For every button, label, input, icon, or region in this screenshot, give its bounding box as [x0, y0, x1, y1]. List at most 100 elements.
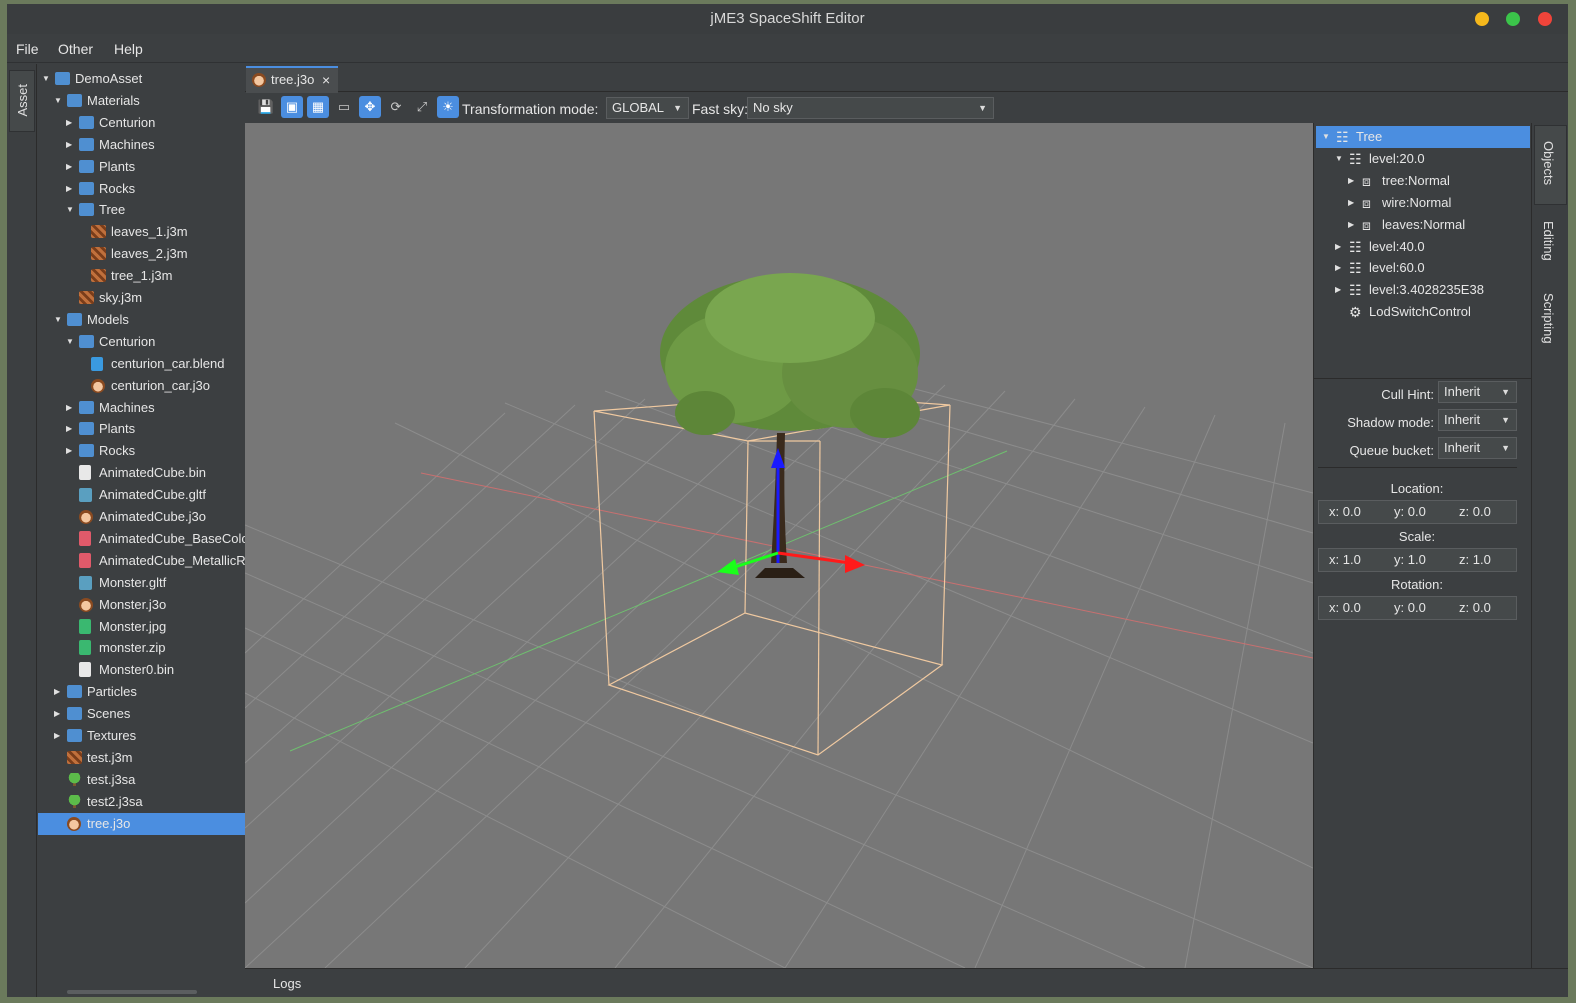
move-icon[interactable]: ✥ [359, 96, 381, 118]
rotation-z[interactable]: z: 0.0 [1459, 600, 1491, 615]
asset-tree-item[interactable]: ▶ Particles [38, 681, 245, 703]
chevron-down-icon[interactable]: ▼ [42, 68, 50, 90]
cull-hint-select[interactable]: Inherit ▼ [1438, 381, 1517, 403]
asset-tree-item[interactable]: Monster.gltf [38, 572, 245, 594]
asset-tree-item[interactable]: ▼ Materials [38, 90, 245, 112]
chevron-right-icon[interactable]: ▶ [66, 134, 72, 156]
asset-tree-item[interactable]: tree_1.j3m [38, 265, 245, 287]
objects-tree-item[interactable]: ▶ ⧈ wire:Normal [1316, 192, 1530, 214]
tab-objects[interactable]: Objects [1541, 141, 1556, 185]
asset-tree-item[interactable]: AnimatedCube.j3o [38, 506, 245, 528]
location-z[interactable]: z: 0.0 [1459, 504, 1491, 519]
asset-tree-item[interactable]: ▶ Textures [38, 725, 245, 747]
asset-tree-item[interactable]: leaves_2.j3m [38, 243, 245, 265]
close-tab-icon[interactable]: × [322, 68, 330, 92]
chevron-down-icon[interactable]: ▼ [66, 199, 74, 221]
asset-tree-item[interactable]: test.j3sa [38, 769, 245, 791]
asset-tree-item[interactable]: ▶ Machines [38, 397, 245, 419]
chevron-right-icon[interactable]: ▶ [1335, 257, 1341, 279]
chevron-down-icon[interactable]: ▼ [54, 309, 62, 331]
chevron-right-icon[interactable]: ▶ [1348, 170, 1354, 192]
scale-icon[interactable]: ⤢ [411, 96, 433, 118]
editor-tab[interactable]: tree.j3o × [246, 66, 338, 93]
asset-tree-item[interactable]: leaves_1.j3m [38, 221, 245, 243]
rotation-y[interactable]: y: 0.0 [1394, 600, 1426, 615]
chevron-right-icon[interactable]: ▶ [54, 681, 60, 703]
objects-tree-item[interactable]: ▶ ⧈ leaves:Normal [1316, 214, 1530, 236]
menu-file[interactable]: File [16, 41, 39, 57]
objects-tree-item[interactable]: ▼ ☷ Tree [1316, 126, 1530, 148]
asset-tree-item[interactable]: ▼ Models [38, 309, 245, 331]
asset-tree-item[interactable]: monster.zip [38, 637, 245, 659]
objects-tree-item[interactable]: ▶ ☷ level:3.4028235E38 [1316, 279, 1530, 301]
logs-tab[interactable]: Logs [273, 976, 301, 991]
chevron-down-icon[interactable]: ▼ [66, 331, 74, 353]
asset-tree-item[interactable]: ▼ DemoAsset [38, 68, 245, 90]
chevron-right-icon[interactable]: ▶ [66, 397, 72, 419]
asset-tree-item[interactable]: test2.j3sa [38, 791, 245, 813]
asset-tree-item[interactable]: ▶ Machines [38, 134, 245, 156]
rotation-x[interactable]: x: 0.0 [1329, 600, 1361, 615]
asset-tree-item[interactable]: AnimatedCube_BaseColor [38, 528, 245, 550]
close-button[interactable] [1538, 12, 1552, 26]
chevron-down-icon[interactable]: ▼ [54, 90, 62, 112]
objects-tree-item[interactable]: ⚙ LodSwitchControl [1316, 301, 1530, 323]
chevron-right-icon[interactable]: ▶ [54, 703, 60, 725]
save-icon[interactable]: 💾 [255, 96, 277, 118]
3d-viewport[interactable] [245, 123, 1313, 968]
asset-tree-item[interactable]: ▶ Centurion [38, 112, 245, 134]
chevron-right-icon[interactable]: ▶ [66, 112, 72, 134]
location-field[interactable]: x: 0.0 y: 0.0 z: 0.0 [1318, 500, 1517, 524]
menu-help[interactable]: Help [114, 41, 143, 57]
asset-tree-item[interactable]: tree.j3o [38, 812, 245, 835]
light-icon[interactable]: ☀ [437, 96, 459, 118]
objects-tree-item[interactable]: ▼ ☷ level:20.0 [1316, 148, 1530, 170]
tab-asset[interactable]: Asset [15, 84, 30, 117]
queue-bucket-select[interactable]: Inherit ▼ [1438, 437, 1517, 459]
asset-tree-item[interactable]: ▶ Rocks [38, 178, 245, 200]
asset-tree-item[interactable]: sky.j3m [38, 287, 245, 309]
chevron-right-icon[interactable]: ▶ [1335, 236, 1341, 258]
scale-x[interactable]: x: 1.0 [1329, 552, 1361, 567]
objects-tree-item[interactable]: ▶ ☷ level:40.0 [1316, 236, 1530, 258]
scale-field[interactable]: x: 1.0 y: 1.0 z: 1.0 [1318, 548, 1517, 572]
menu-other[interactable]: Other [58, 41, 93, 57]
chevron-right-icon[interactable]: ▶ [1348, 214, 1354, 236]
maximize-button[interactable] [1506, 12, 1520, 26]
chevron-down-icon[interactable]: ▼ [1335, 148, 1343, 170]
asset-tree-hscroll-thumb[interactable] [67, 990, 197, 994]
location-x[interactable]: x: 0.0 [1329, 504, 1361, 519]
asset-tree-item[interactable]: AnimatedCube_MetallicR [38, 550, 245, 572]
objects-tree-item[interactable]: ▶ ☷ level:60.0 [1316, 257, 1530, 279]
asset-tree-item[interactable]: Monster.j3o [38, 594, 245, 616]
objects-tree-item[interactable]: ▶ ⧈ tree:Normal [1316, 170, 1530, 192]
asset-tree-item[interactable]: ▼ Tree [38, 199, 245, 221]
asset-tree-item[interactable]: ▶ Rocks [38, 440, 245, 462]
asset-tree-item[interactable]: test.j3m [38, 747, 245, 769]
chevron-right-icon[interactable]: ▶ [54, 725, 60, 747]
asset-tree-item[interactable]: centurion_car.j3o [38, 375, 245, 397]
asset-tree-item[interactable]: ▶ Plants [38, 156, 245, 178]
chevron-right-icon[interactable]: ▶ [66, 178, 72, 200]
transformation-mode-select[interactable]: GLOBAL ▼ [606, 97, 689, 119]
asset-tree-item[interactable]: centurion_car.blend [38, 353, 245, 375]
asset-tree-item[interactable]: AnimatedCube.bin [38, 462, 245, 484]
rotation-field[interactable]: x: 0.0 y: 0.0 z: 0.0 [1318, 596, 1517, 620]
wireframe-cube-icon[interactable]: ▣ [281, 96, 303, 118]
asset-tree-item[interactable]: Monster.jpg [38, 616, 245, 638]
shadow-mode-select[interactable]: Inherit ▼ [1438, 409, 1517, 431]
chevron-right-icon[interactable]: ▶ [66, 418, 72, 440]
scale-z[interactable]: z: 1.0 [1459, 552, 1491, 567]
chevron-down-icon[interactable]: ▼ [1322, 126, 1330, 148]
asset-tree-item[interactable]: ▶ Scenes [38, 703, 245, 725]
fast-sky-select[interactable]: No sky ▼ [747, 97, 994, 119]
minimize-button[interactable] [1475, 12, 1489, 26]
stats-icon[interactable]: ▭ [333, 96, 355, 118]
tab-scripting[interactable]: Scripting [1541, 293, 1556, 344]
asset-tree-item[interactable]: ▶ Plants [38, 418, 245, 440]
scale-y[interactable]: y: 1.0 [1394, 552, 1426, 567]
grid-icon[interactable]: ▦ [307, 96, 329, 118]
location-y[interactable]: y: 0.0 [1394, 504, 1426, 519]
chevron-right-icon[interactable]: ▶ [66, 156, 72, 178]
asset-tree-item[interactable]: ▼ Centurion [38, 331, 245, 353]
